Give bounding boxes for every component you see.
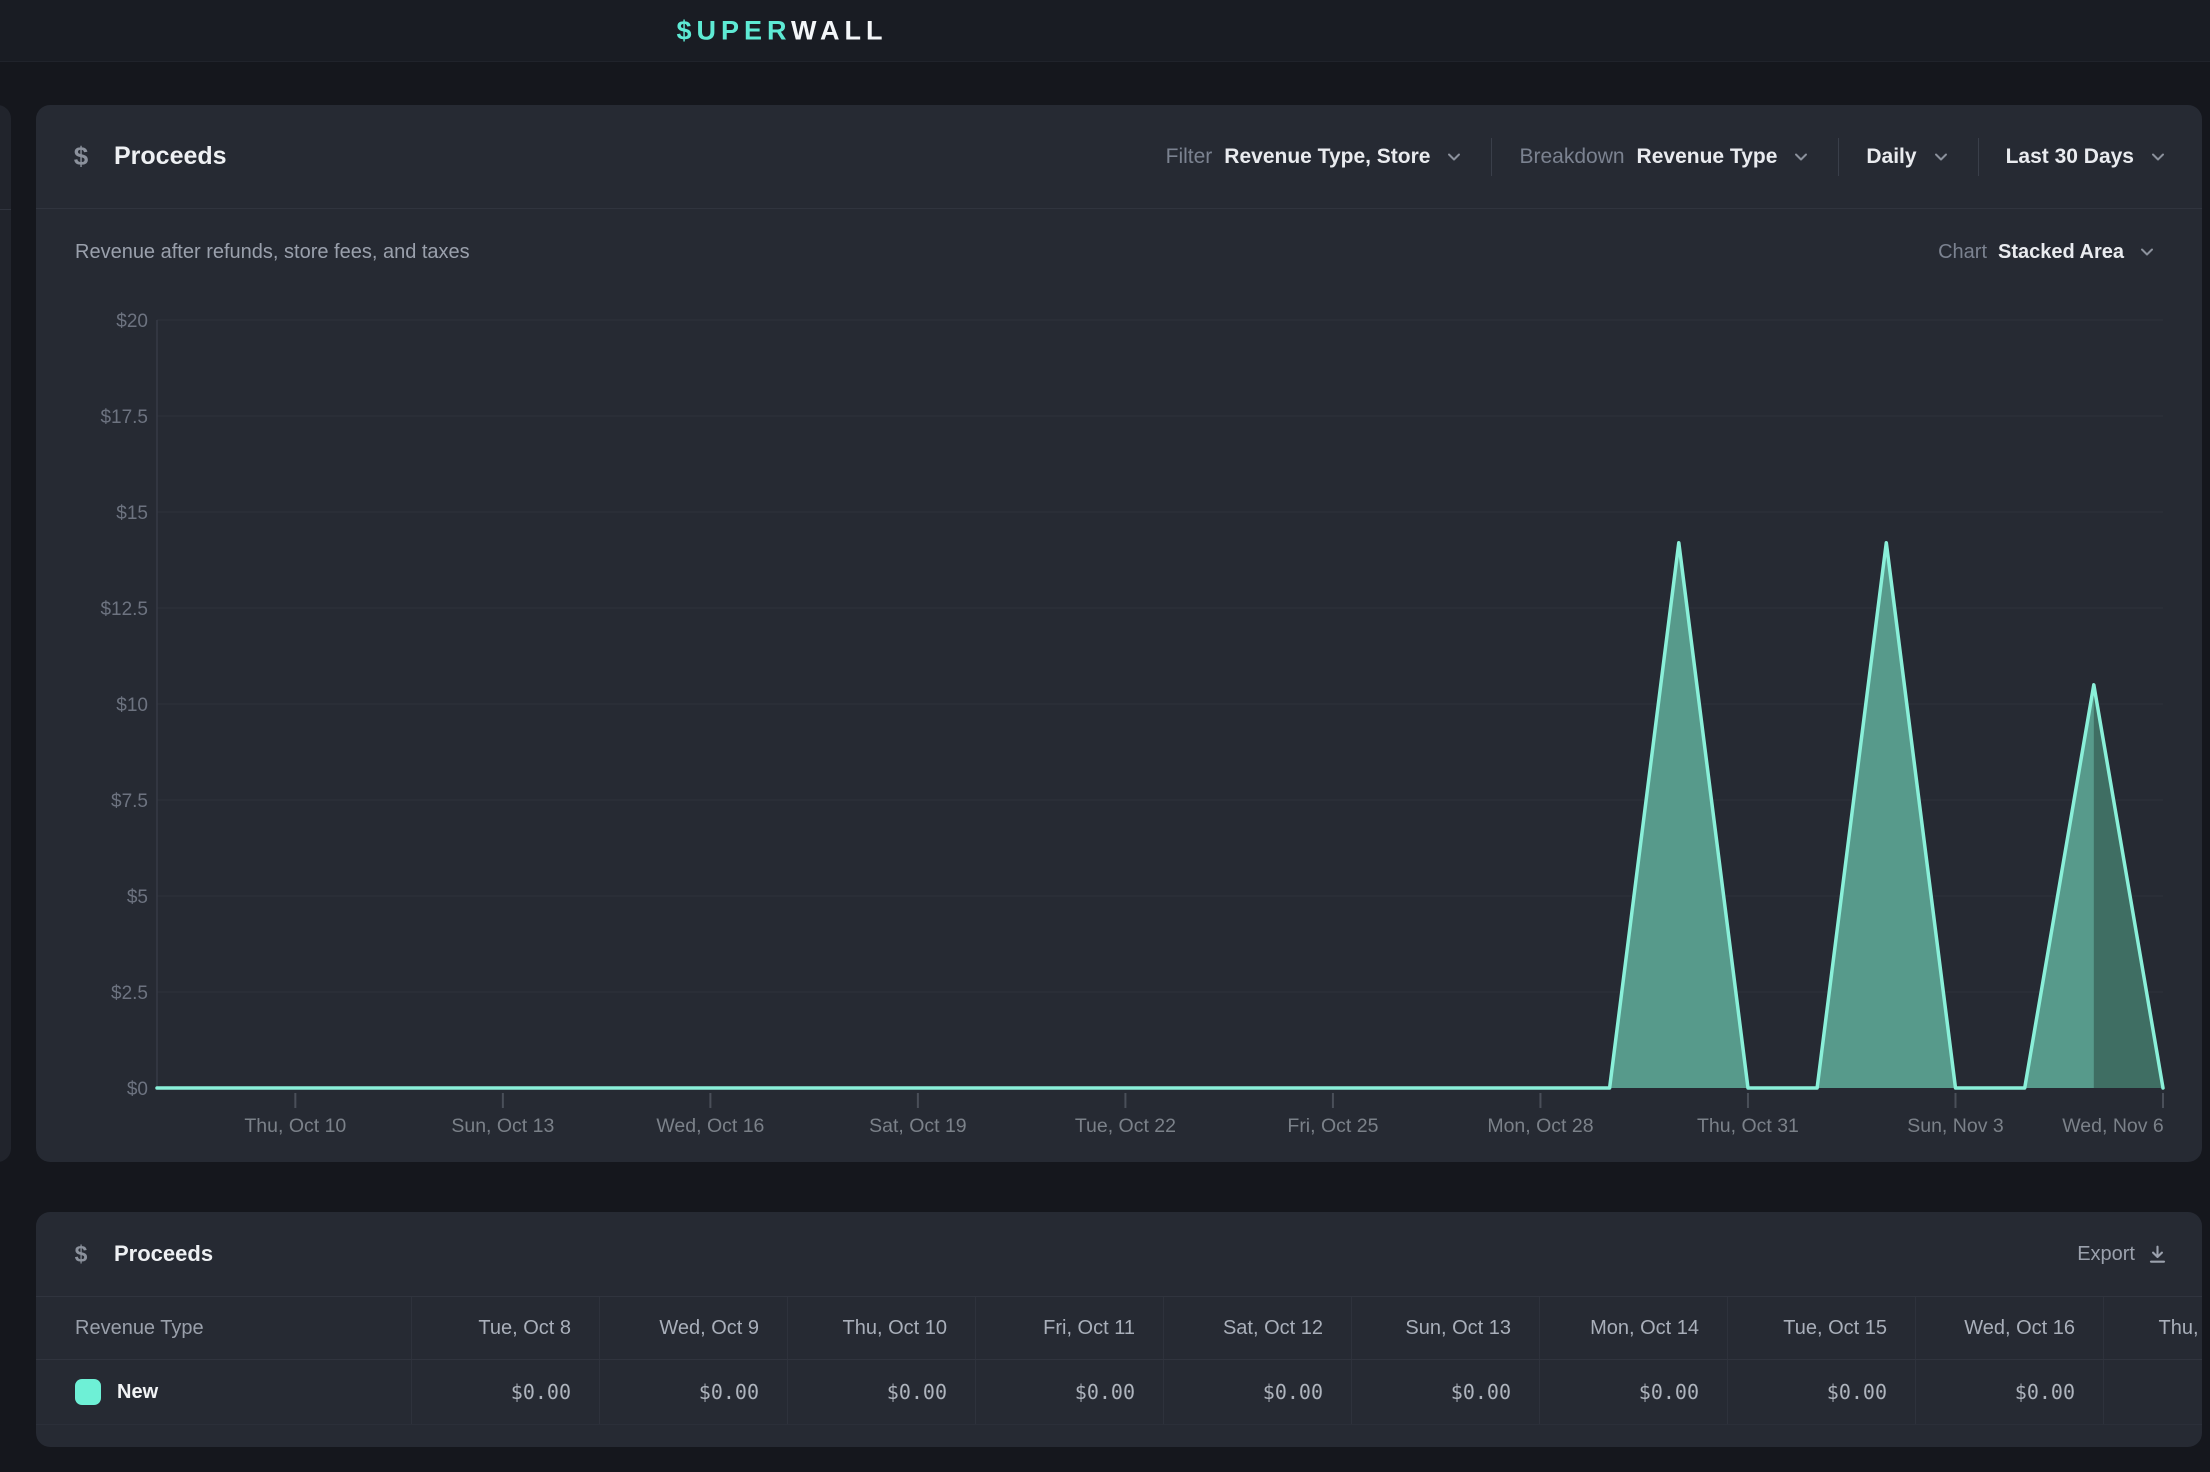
divider [0, 209, 11, 210]
x-axis-tick-label: Sat, Oct 19 [869, 1115, 967, 1137]
y-axis-tick-label: $20 [116, 311, 148, 332]
chart-type-control[interactable]: Chart Stacked Area [1938, 241, 2157, 264]
stacked-area-chart[interactable]: $0 $2.5 $5 $7.5 $10 $12.5 $15 $17.5 $20 Thu, Oct … [36, 295, 2202, 1162]
column-header: Wed, Oct 16 [1915, 1297, 2103, 1359]
table-header-row: Revenue TypeTue, Oct 8Wed, Oct 9Thu, Oct… [36, 1296, 2202, 1360]
y-axis-tick-label: $10 [116, 695, 148, 716]
granularity-value: Daily [1866, 145, 1916, 169]
chevron-down-icon [1444, 147, 1464, 167]
date-range-control[interactable]: Last 30 Days [2006, 145, 2168, 169]
column-header: Thu, Oct 10 [787, 1297, 975, 1359]
chart-type-label: Chart [1938, 241, 1987, 264]
divider [1978, 138, 1979, 176]
breakdown-control[interactable]: Breakdown Revenue Type [1519, 145, 1811, 169]
column-header: Mon, Oct 14 [1539, 1297, 1727, 1359]
column-header: Thu, Oct 17 [2103, 1297, 2202, 1359]
legend-swatch [75, 1379, 101, 1405]
adjacent-card-edge [0, 105, 11, 1162]
filter-value: Revenue Type, Store [1224, 145, 1430, 169]
chevron-down-icon [2148, 147, 2168, 167]
column-header: Fri, Oct 11 [975, 1297, 1163, 1359]
column-header: Sun, Oct 13 [1351, 1297, 1539, 1359]
table-card-header: $ Proceeds Export [36, 1212, 2202, 1296]
divider [1491, 138, 1492, 176]
value-cell: $0.00 [411, 1360, 599, 1424]
x-axis-tick-label: Sun, Oct 13 [451, 1115, 554, 1137]
proceeds-table: Revenue TypeTue, Oct 8Wed, Oct 9Thu, Oct… [36, 1296, 2202, 1425]
x-axis-tick-label: Thu, Oct 31 [1697, 1115, 1799, 1137]
chart-subtitle: Revenue after refunds, store fees, and t… [75, 241, 470, 264]
value-cell: $0.00 [599, 1360, 787, 1424]
logo-text-white: WALL [791, 15, 887, 45]
value-cell: $0.00 [975, 1360, 1163, 1424]
x-axis-tick-label: Thu, Oct 10 [244, 1115, 346, 1137]
x-axis-tick-label: Sun, Nov 3 [1907, 1115, 2003, 1137]
y-axis-tick-label: $5 [127, 887, 148, 908]
export-button[interactable]: Export [2077, 1243, 2168, 1266]
value-cell: $0.00 [1727, 1360, 1915, 1424]
y-axis-tick-label: $12.5 [100, 599, 148, 620]
column-header: Tue, Oct 15 [1727, 1297, 1915, 1359]
superwall-logo: $UPERWALL [676, 15, 887, 46]
filter-label: Filter [1166, 145, 1213, 169]
granularity-control[interactable]: Daily [1866, 145, 1950, 169]
y-axis-tick-label: $0 [127, 1079, 148, 1100]
table-title: Proceeds [114, 1241, 213, 1267]
logo-text-teal: $UPER [676, 15, 791, 45]
value-cell: $0.00 [787, 1360, 975, 1424]
breakdown-label: Breakdown [1519, 145, 1624, 169]
chevron-down-icon [2137, 242, 2157, 262]
chart-subtitle-row: Revenue after refunds, store fees, and t… [36, 209, 2202, 295]
value-cell: $0.00 [1539, 1360, 1727, 1424]
chevron-down-icon [1791, 147, 1811, 167]
x-axis-tick-label: Wed, Oct 16 [656, 1115, 764, 1137]
value-cell: $0.00 [1351, 1360, 1539, 1424]
chart-controls: Filter Revenue Type, Store Breakdown Rev… [1166, 138, 2168, 176]
dollar-icon: $ [64, 1241, 98, 1268]
column-header: Tue, Oct 8 [411, 1297, 599, 1359]
table-row: New$0.00$0.00$0.00$0.00$0.00$0.00$0.00$0… [36, 1360, 2202, 1425]
chevron-down-icon [1931, 147, 1951, 167]
proceeds-table-card: $ Proceeds Export Revenue TypeTue, Oct 8… [36, 1212, 2202, 1447]
revenue-type-label: New [117, 1381, 158, 1404]
date-range-value: Last 30 Days [2006, 145, 2134, 169]
column-header: Wed, Oct 9 [599, 1297, 787, 1359]
x-axis-tick-label: Mon, Oct 28 [1487, 1115, 1593, 1137]
chart-type-value: Stacked Area [1998, 241, 2124, 264]
value-cell: $0.00 [1915, 1360, 2103, 1424]
column-header: Revenue Type [36, 1297, 411, 1359]
x-axis-tick-label: Fri, Oct 25 [1287, 1115, 1378, 1137]
dollar-icon: $ [64, 141, 98, 172]
revenue-type-legend-cell[interactable]: New [36, 1360, 411, 1424]
chart-card-header: $ Proceeds Filter Revenue Type, Store Br… [36, 105, 2202, 209]
column-header: Sat, Oct 12 [1163, 1297, 1351, 1359]
value-cell: $0.00 [1163, 1360, 1351, 1424]
download-icon [2147, 1244, 2168, 1265]
filter-control[interactable]: Filter Revenue Type, Store [1166, 145, 1465, 169]
x-axis-tick-label: Tue, Oct 22 [1075, 1115, 1176, 1137]
area-fill-new [157, 543, 2163, 1088]
export-label: Export [2077, 1243, 2135, 1266]
value-cell: $0.00 [2103, 1360, 2202, 1424]
x-axis-tick-label: Wed, Nov 6 [2062, 1115, 2164, 1137]
y-axis-tick-label: $17.5 [100, 407, 148, 428]
y-axis-tick-label: $7.5 [111, 791, 148, 812]
proceeds-chart-card: $ Proceeds Filter Revenue Type, Store Br… [36, 105, 2202, 1162]
top-navigation-bar: $UPERWALL [0, 0, 2210, 62]
y-axis-tick-label: $15 [116, 503, 148, 524]
breakdown-value: Revenue Type [1637, 145, 1778, 169]
y-axis-tick-label: $2.5 [111, 983, 148, 1004]
page-title: Proceeds [114, 142, 227, 171]
divider [1838, 138, 1839, 176]
